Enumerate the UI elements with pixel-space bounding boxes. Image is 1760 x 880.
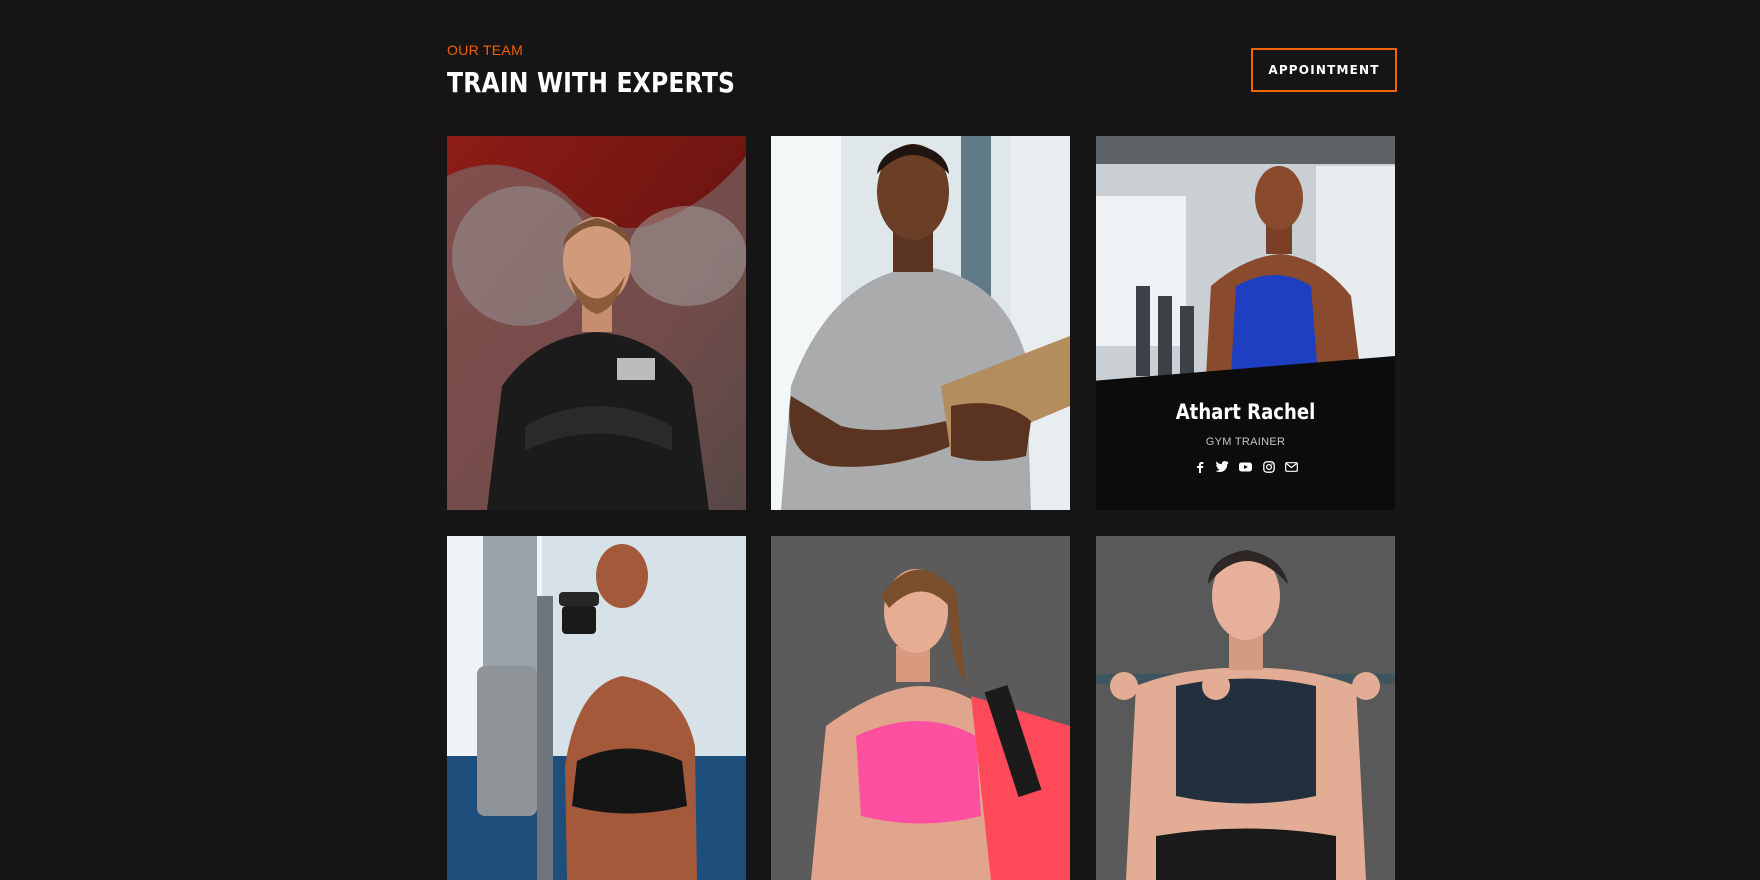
team-card-featured[interactable]: Athart Rachel GYM TRAINER (1096, 136, 1395, 510)
youtube-icon[interactable] (1239, 460, 1252, 473)
team-card[interactable] (447, 136, 746, 510)
twitter-icon[interactable] (1216, 460, 1229, 473)
team-card[interactable] (447, 536, 746, 880)
instagram-icon[interactable] (1262, 460, 1275, 473)
trainer-info-panel: Athart Rachel GYM TRAINER (1096, 356, 1395, 510)
trainer-name: Athart Rachel (1175, 400, 1316, 424)
trainer-photo-arms-crossed (447, 136, 746, 510)
team-card[interactable] (771, 136, 1070, 510)
appointment-button[interactable]: APPOINTMENT (1251, 48, 1397, 92)
trainer-photo-pink-top (771, 536, 1070, 880)
team-card[interactable] (1096, 536, 1395, 880)
trainer-photo-barbell (1096, 536, 1395, 880)
trainer-social-links (1096, 460, 1395, 473)
team-section-header: OUR TEAM TRAIN WITH EXPERTS APPOINTMENT (447, 40, 1397, 110)
trainer-role: GYM TRAINER (1205, 436, 1286, 448)
envelope-icon[interactable] (1285, 460, 1298, 473)
team-card[interactable] (771, 536, 1070, 880)
section-title: TRAIN WITH EXPERTS (447, 66, 736, 99)
trainer-photo-dumbbell (447, 536, 746, 880)
facebook-icon[interactable] (1193, 460, 1206, 473)
trainer-photo-clipboard (771, 136, 1070, 510)
section-eyebrow: OUR TEAM (447, 42, 524, 58)
